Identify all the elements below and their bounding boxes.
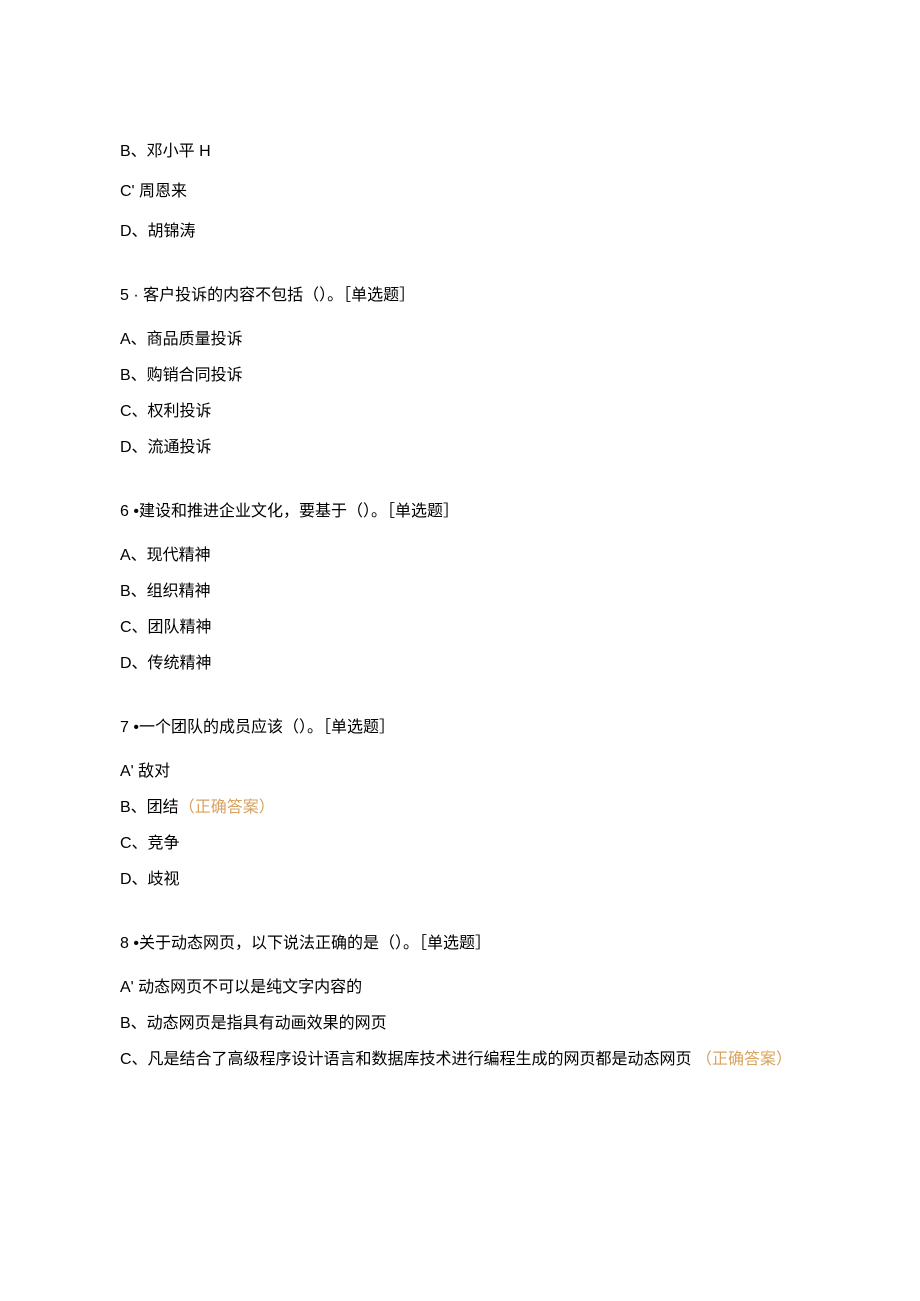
option-b: B、邓小平 H <box>120 140 800 164</box>
question-stem: 6 •建设和推进企业文化，要基于（）。［单选题］ <box>120 500 800 524</box>
question-stem: 5 · 客户投诉的内容不包括（）。［单选题］ <box>120 284 800 308</box>
option-a: A、现代精神 <box>120 544 800 568</box>
option-c-text: C、凡是结合了高级程序设计语言和数据库技术进行编程生成的网页都是动态网页 <box>120 1051 692 1068</box>
option-a: A' 敌对 <box>120 760 800 784</box>
option-c: C、竞争 <box>120 832 800 856</box>
question-options: A' 动态网页不可以是纯文字内容的 B、动态网页是指具有动画效果的网页 C、凡是… <box>120 976 800 1072</box>
question-5: 5 · 客户投诉的内容不包括（）。［单选题］ A、商品质量投诉 B、购销合同投诉… <box>120 284 800 460</box>
option-d: D、传统精神 <box>120 652 800 676</box>
option-c: C' 周恩来 <box>120 180 800 204</box>
correct-answer-label: （正确答案） <box>696 1051 792 1068</box>
option-b: B、团结（正确答案） <box>120 796 800 820</box>
question-7: 7 •一个团队的成员应该（）。［单选题］ A' 敌对 B、团结（正确答案） C、… <box>120 716 800 892</box>
question-options: A、现代精神 B、组织精神 C、团队精神 D、传统精神 <box>120 544 800 676</box>
option-b-text: B、团结 <box>120 799 179 816</box>
option-d: D、歧视 <box>120 868 800 892</box>
option-d: D、胡锦涛 <box>120 220 800 244</box>
option-c: C、凡是结合了高级程序设计语言和数据库技术进行编程生成的网页都是动态网页 （正确… <box>120 1048 800 1072</box>
option-a: A' 动态网页不可以是纯文字内容的 <box>120 976 800 1000</box>
question-options: A' 敌对 B、团结（正确答案） C、竞争 D、歧视 <box>120 760 800 892</box>
option-c: C、团队精神 <box>120 616 800 640</box>
option-b: B、动态网页是指具有动画效果的网页 <box>120 1012 800 1036</box>
question-stem: 8 •关于动态网页，以下说法正确的是（）。［单选题］ <box>120 932 800 956</box>
correct-answer-label: （正确答案） <box>179 799 275 816</box>
option-b: B、购销合同投诉 <box>120 364 800 388</box>
option-d: D、流通投诉 <box>120 436 800 460</box>
question-6: 6 •建设和推进企业文化，要基于（）。［单选题］ A、现代精神 B、组织精神 C… <box>120 500 800 676</box>
question-stem: 7 •一个团队的成员应该（）。［单选题］ <box>120 716 800 740</box>
option-c: C、权利投诉 <box>120 400 800 424</box>
prelude-options: B、邓小平 H C' 周恩来 D、胡锦涛 <box>120 140 800 244</box>
option-b: B、组织精神 <box>120 580 800 604</box>
option-a: A、商品质量投诉 <box>120 328 800 352</box>
question-options: A、商品质量投诉 B、购销合同投诉 C、权利投诉 D、流通投诉 <box>120 328 800 460</box>
question-8: 8 •关于动态网页，以下说法正确的是（）。［单选题］ A' 动态网页不可以是纯文… <box>120 932 800 1072</box>
